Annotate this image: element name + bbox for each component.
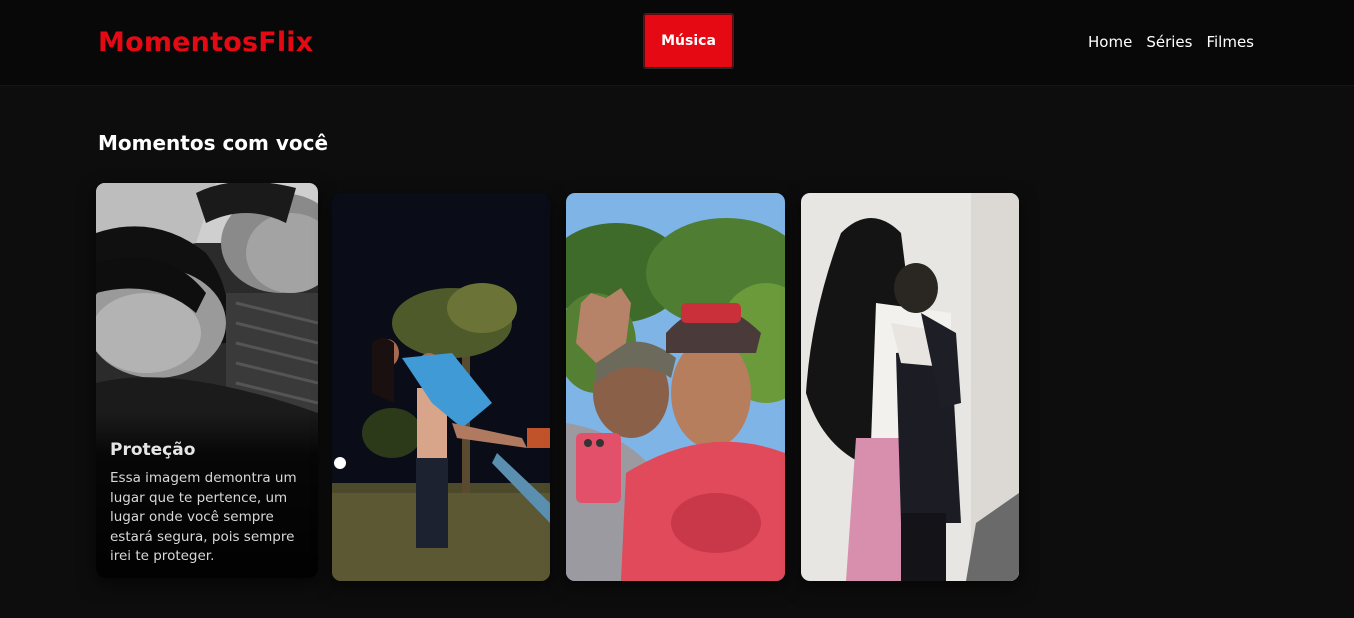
music-button[interactable]: Música (644, 14, 733, 68)
moment-card-4[interactable] (801, 193, 1019, 581)
top-header: MomentosFlix Música Home Séries Filmes (0, 0, 1354, 86)
couple-night-park-photo (332, 193, 550, 581)
couple-hug-photo (801, 193, 1019, 581)
card-description: Essa imagem demontra um lugar que te per… (110, 470, 297, 564)
nav-films[interactable]: Filmes (1206, 33, 1254, 51)
moment-card-2[interactable] (332, 193, 550, 581)
nav-home[interactable]: Home (1088, 33, 1132, 51)
moment-card-1[interactable]: Proteção Essa imagem demontra um lugar q… (96, 183, 318, 578)
couple-selfie-trees-photo (566, 193, 785, 581)
moment-card-3[interactable] (566, 193, 785, 581)
card-title: Proteção (110, 440, 196, 460)
section-title: Momentos com você (98, 131, 329, 155)
nav-series[interactable]: Séries (1146, 33, 1192, 51)
brand-logo[interactable]: MomentosFlix (98, 27, 313, 58)
main-nav: Home Séries Filmes (1088, 33, 1254, 51)
